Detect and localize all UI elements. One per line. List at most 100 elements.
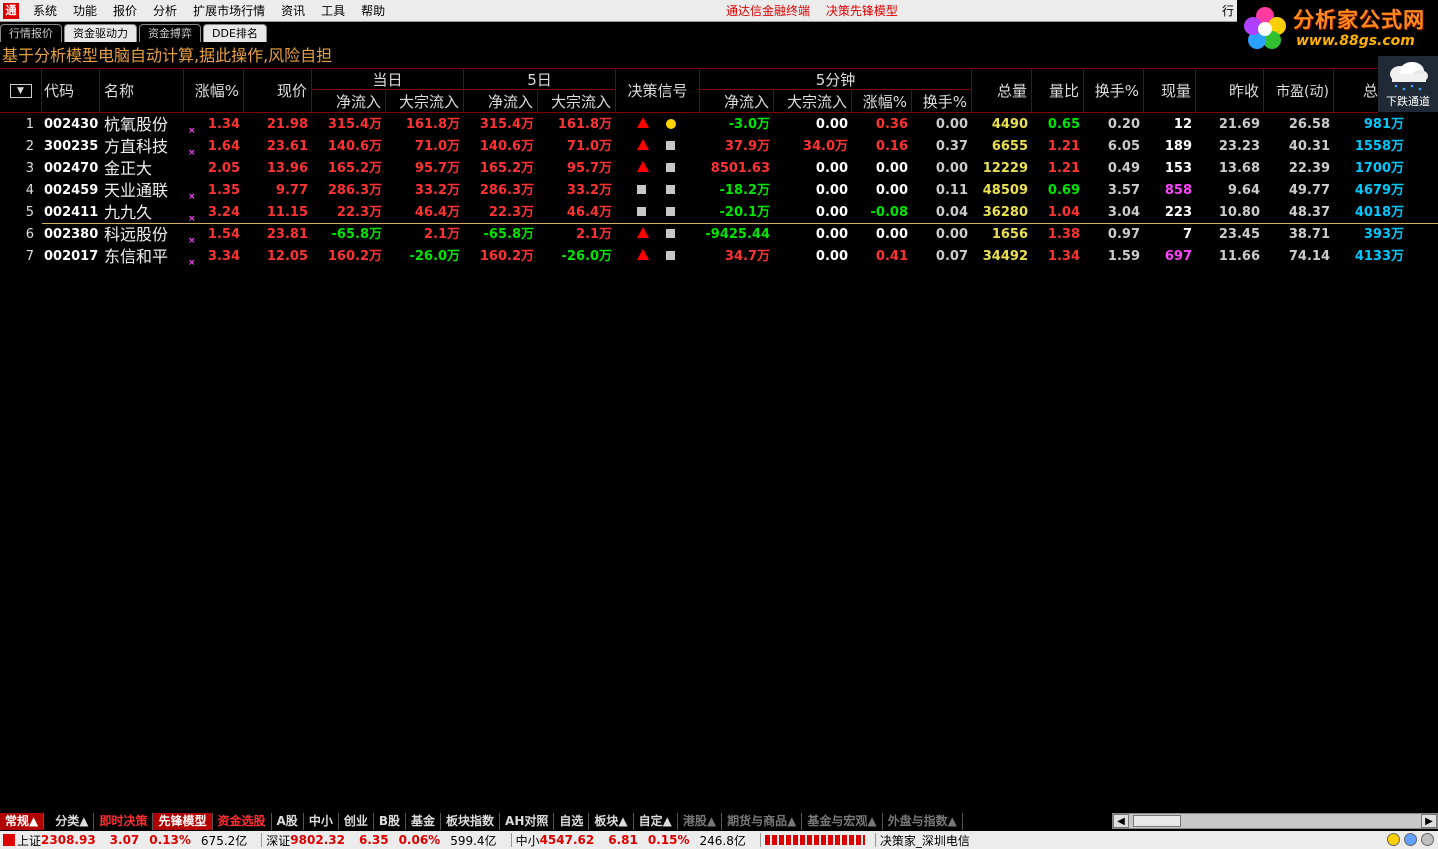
header-five-min-net-inflow[interactable]: 净流入	[700, 90, 774, 112]
header-price[interactable]: 现价	[244, 69, 312, 112]
connection-icon[interactable]	[1404, 833, 1417, 846]
cat-tab-funds[interactable]: 基金	[406, 812, 442, 830]
cat-tab-custom[interactable]: 自定▲	[634, 812, 678, 830]
zx-index[interactable]: 4547.62	[540, 833, 595, 847]
stock-name[interactable]: 九九久	[104, 202, 184, 224]
day-block-inflow: 33.2万	[414, 183, 460, 198]
cat-tab-sectors[interactable]: 板块▲	[589, 812, 634, 830]
five-min-turnover: 0.37	[935, 139, 968, 154]
header-five-day-net-inflow[interactable]: 净流入	[464, 90, 538, 112]
table-row[interactable]: 7 002017 东信和平 × 3.34 12.05 160.2万 -26.0万…	[0, 246, 1410, 268]
header-five-min-turnover[interactable]: 换手%	[912, 90, 972, 112]
stock-name[interactable]: 天业通联	[104, 180, 184, 202]
cat-tab-chinext[interactable]: 创业	[339, 812, 374, 830]
menu-help[interactable]: 帮助	[353, 0, 393, 22]
change-pct: 1.54	[207, 227, 240, 242]
table-row[interactable]: 1 002430 杭氧股份 × 1.34 21.98 315.4万 161.8万…	[0, 114, 1410, 136]
brand-url[interactable]: www.88gs.com	[1296, 33, 1415, 49]
app-logo-icon[interactable]: 通	[3, 2, 19, 19]
current-volume: 189	[1164, 139, 1192, 154]
header-five-day-block-inflow[interactable]: 大宗流入	[538, 90, 616, 112]
header-five-min-change[interactable]: 涨幅%	[852, 90, 912, 112]
stock-name[interactable]: 科远股份	[104, 224, 184, 246]
horizontal-scrollbar[interactable]: ◀ ▶	[1112, 813, 1438, 829]
cat-tab-sme[interactable]: 中小	[304, 812, 339, 830]
cat-tab-global[interactable]: 外盘与指数▲	[883, 812, 963, 830]
menu-tools[interactable]: 工具	[313, 0, 353, 22]
header-code[interactable]: 代码	[42, 69, 100, 112]
cat-tab-futures[interactable]: 期货与商品▲	[722, 812, 803, 830]
header-total[interactable]: 总	[1334, 69, 1378, 112]
five-min-block-inflow: 0.00	[815, 227, 848, 242]
header-name[interactable]: 名称	[100, 69, 184, 112]
header-signal[interactable]: 决策信号	[616, 69, 700, 112]
stock-name[interactable]: 方直科技	[104, 136, 184, 158]
header-volume[interactable]: 总量	[972, 69, 1032, 112]
stock-code[interactable]: 002430	[44, 114, 100, 136]
stock-code[interactable]: 002017	[44, 246, 100, 268]
header-current-volume[interactable]: 现量	[1144, 69, 1196, 112]
tab-fund-drive[interactable]: 资金驱动力	[64, 24, 137, 42]
pe-ratio: 49.77	[1288, 183, 1330, 198]
scroll-left-icon[interactable]: ◀	[1113, 814, 1129, 828]
gray-square-icon	[666, 185, 675, 194]
cat-tab-b-shares[interactable]: B股	[374, 812, 406, 830]
cat-tab-instant-decision[interactable]: 即时决策	[94, 812, 154, 830]
five-day-block-inflow: 95.7万	[566, 161, 612, 176]
stock-code[interactable]: 300235	[44, 136, 100, 158]
cat-tab-watchlist[interactable]: 自选	[554, 812, 590, 830]
column-menu-button[interactable]: ▼	[0, 69, 42, 112]
menu-news[interactable]: 资讯	[273, 0, 313, 22]
header-day-net-inflow[interactable]: 净流入	[312, 90, 386, 112]
header-volume-ratio[interactable]: 量比	[1032, 69, 1084, 112]
table-row[interactable]: 6 002380 科远股份 × 1.54 23.81 -65.8万 2.1万 -…	[0, 224, 1410, 246]
header-prev-close[interactable]: 昨收	[1196, 69, 1264, 112]
sh-index[interactable]: 2308.93	[41, 833, 96, 847]
menu-extended-market[interactable]: 扩展市场行情	[185, 0, 273, 22]
menu-system[interactable]: 系统	[25, 0, 65, 22]
tab-fund-game[interactable]: 资金搏弈	[139, 24, 201, 42]
server-name[interactable]: 决策家_深圳电信	[880, 832, 970, 849]
table-row[interactable]: 2 300235 方直科技 × 1.64 23.61 140.6万 71.0万 …	[0, 136, 1410, 158]
sz-index[interactable]: 9802.32	[290, 833, 345, 847]
cat-tab-fund-picks[interactable]: 资金选股	[213, 812, 272, 830]
tab-dde-rank[interactable]: DDE排名	[203, 24, 267, 42]
cat-tab-ah-compare[interactable]: AH对照	[500, 812, 555, 830]
stock-name[interactable]: 东信和平	[104, 246, 184, 268]
window-title-model: 决策先锋模型	[825, 4, 898, 18]
stock-code[interactable]: 002459	[44, 180, 100, 202]
cat-tab-regular[interactable]: 常规▲	[0, 812, 45, 830]
stock-code[interactable]: 002411	[44, 202, 100, 224]
cat-tab-sector-index[interactable]: 板块指数	[441, 812, 501, 830]
stock-name[interactable]: 金正大	[104, 158, 184, 180]
scroll-thumb[interactable]	[1133, 815, 1181, 827]
header-turnover[interactable]: 换手%	[1084, 69, 1144, 112]
menu-function[interactable]: 功能	[65, 0, 105, 22]
table-row[interactable]: 4 002459 天业通联 × 1.35 9.77 286.3万 33.2万 2…	[0, 180, 1410, 202]
cat-tab-pioneer-model[interactable]: 先锋模型	[153, 812, 213, 830]
five-min-change: 0.41	[875, 249, 908, 264]
cat-tab-macro[interactable]: 基金与宏观▲	[802, 812, 883, 830]
header-day-block-inflow[interactable]: 大宗流入	[386, 90, 464, 112]
stock-code[interactable]: 002380	[44, 224, 100, 246]
cat-tab-hk[interactable]: 港股▲	[678, 812, 723, 830]
stock-name[interactable]: 杭氧股份	[104, 114, 184, 136]
header-pe-ratio[interactable]: 市盈(动)	[1264, 69, 1334, 112]
rain-cloud-icon	[1390, 62, 1428, 91]
market-weather-widget[interactable]: 下跌通道	[1378, 56, 1438, 112]
change-pct: 2.05	[207, 161, 240, 176]
table-row[interactable]: 5 002411 九九久 × 3.24 11.15 22.3万 46.4万 22…	[0, 202, 1410, 224]
zx-label: 中小	[515, 833, 540, 848]
menu-quote[interactable]: 报价	[105, 0, 145, 22]
scroll-right-icon[interactable]: ▶	[1421, 814, 1437, 828]
cat-tab-a-shares[interactable]: A股	[272, 812, 304, 830]
menu-analysis[interactable]: 分析	[145, 0, 185, 22]
header-five-min-block-inflow[interactable]: 大宗流入	[774, 90, 852, 112]
notification-icon[interactable]	[1387, 833, 1400, 846]
header-change[interactable]: 涨幅%	[184, 69, 244, 112]
settings-icon[interactable]	[1421, 833, 1434, 846]
cat-tab-category[interactable]: 分类▲	[50, 812, 95, 830]
table-row[interactable]: 3 002470 金正大 2.05 13.96 165.2万 95.7万 165…	[0, 158, 1410, 180]
stock-code[interactable]: 002470	[44, 158, 100, 180]
tab-quotes[interactable]: 行情报价	[0, 24, 62, 42]
